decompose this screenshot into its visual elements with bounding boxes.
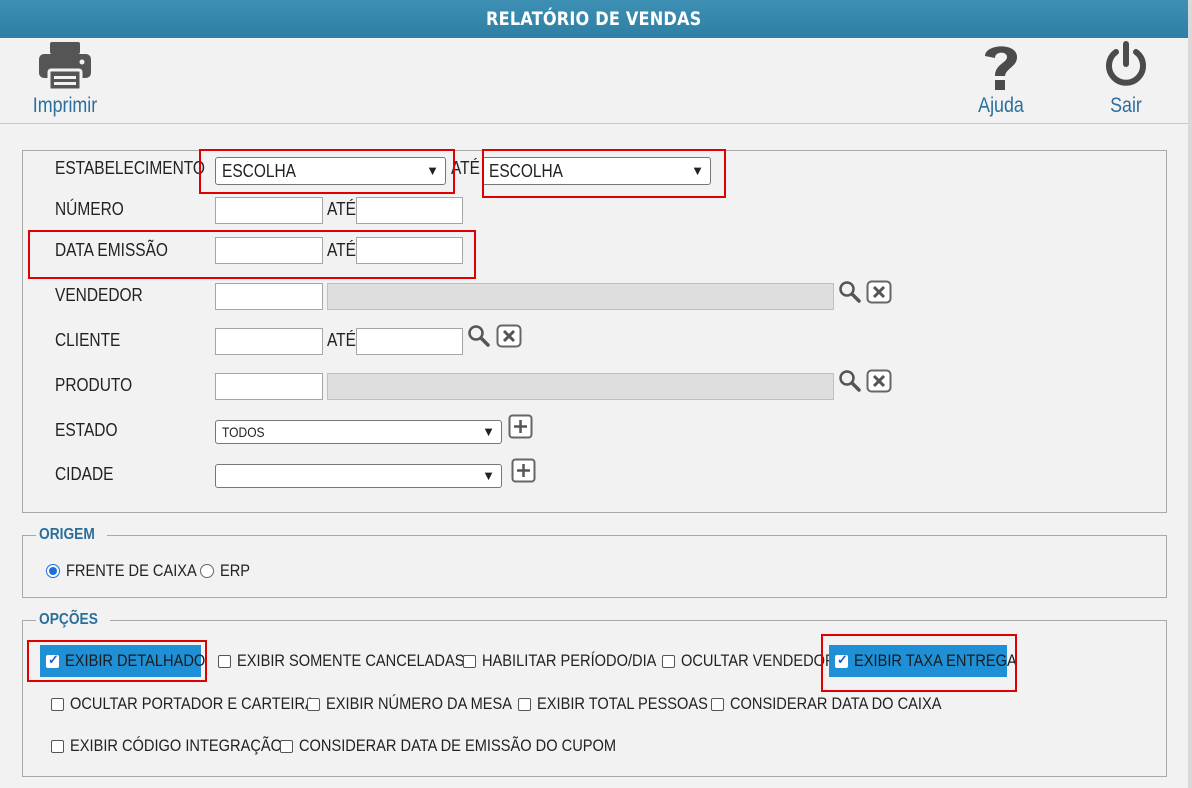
chevron-down-icon: ▼: [482, 468, 495, 483]
clear-icon[interactable]: [496, 324, 522, 348]
help-button[interactable]: Ajuda: [970, 40, 1032, 118]
checkbox[interactable]: [835, 652, 848, 668]
origem-legend: ORIGEM: [39, 526, 95, 543]
checkbox[interactable]: [51, 739, 64, 753]
radio-frente-de-caixa[interactable]: FRENTE DE CAIXA: [46, 560, 218, 582]
checkbox[interactable]: [51, 697, 64, 711]
estado-label: ESTADO: [55, 420, 118, 440]
vendedor-code-input[interactable]: [215, 283, 323, 310]
option-exibir-taxa-entrega[interactable]: EXIBIR TAXA ENTREGA: [829, 645, 1017, 677]
cliente-to-input[interactable]: [356, 328, 463, 355]
produto-label: PRODUTO: [55, 375, 133, 395]
radio-indicator[interactable]: [200, 564, 214, 578]
clear-icon[interactable]: [866, 280, 892, 304]
cidade-label: CIDADE: [55, 464, 114, 484]
question-icon: [985, 46, 1017, 90]
produto-code-input[interactable]: [215, 373, 323, 400]
vendedor-name-field: [327, 283, 834, 310]
chevron-down-icon: ▼: [482, 424, 495, 439]
filter-panel: [22, 150, 1167, 513]
help-label: Ajuda: [978, 94, 1024, 117]
add-icon[interactable]: [511, 458, 536, 483]
exit-label: Sair: [1110, 94, 1142, 117]
option-considerar-data-emissao-cupom[interactable]: CONSIDERAR DATA DE EMISSÃO DO CUPOM: [280, 735, 668, 757]
option-exibir-total-pessoas[interactable]: EXIBIR TOTAL PESSOAS: [518, 693, 736, 715]
checkbox[interactable]: [307, 697, 320, 711]
exit-button[interactable]: Sair: [1100, 40, 1152, 118]
numero-to-input[interactable]: [356, 197, 463, 224]
data-emissao-label: DATA EMISSÃO: [55, 240, 168, 260]
cliente-label: CLIENTE: [55, 330, 121, 350]
search-icon[interactable]: [838, 369, 862, 393]
add-icon[interactable]: [508, 414, 533, 439]
clear-icon[interactable]: [866, 369, 892, 393]
checkbox[interactable]: [518, 697, 531, 711]
search-icon[interactable]: [467, 324, 491, 348]
estabelecimento-to-select[interactable]: ESCOLHA ▼: [482, 157, 711, 185]
print-label: Imprimir: [32, 94, 98, 117]
data-emissao-from-input[interactable]: [215, 237, 323, 264]
estado-select[interactable]: TODOS ▼: [215, 420, 502, 444]
produto-name-field: [327, 373, 834, 400]
checkbox[interactable]: [662, 654, 675, 668]
estabelecimento-ate-label: ATÉ: [451, 158, 480, 178]
option-exibir-codigo-integracao[interactable]: EXIBIR CÓDIGO INTEGRAÇÃO: [51, 735, 317, 757]
chevron-down-icon: ▼: [691, 163, 704, 178]
power-icon: [1106, 41, 1146, 86]
data-emissao-to-input[interactable]: [356, 237, 463, 264]
option-habilitar-periodo-dia[interactable]: HABILITAR PERÍODO/DIA: [463, 650, 685, 672]
scrollbar[interactable]: [1188, 0, 1192, 788]
cliente-from-input[interactable]: [215, 328, 323, 355]
opcoes-legend: OPÇÕES: [39, 611, 98, 628]
vendedor-label: VENDEDOR: [55, 285, 143, 305]
print-button[interactable]: Imprimir: [26, 40, 104, 118]
page-title-text: RELATÓRIO DE VENDAS: [486, 8, 702, 30]
checkbox[interactable]: [218, 654, 231, 668]
toolbar: Imprimir Ajuda Sair: [0, 38, 1188, 124]
checkbox[interactable]: [463, 654, 476, 668]
option-exibir-detalhado[interactable]: EXIBIR DETALHADO: [40, 645, 205, 677]
numero-label: NÚMERO: [55, 199, 124, 219]
option-considerar-data-caixa[interactable]: CONSIDERAR DATA DO CAIXA: [711, 693, 976, 715]
option-exibir-numero-mesa[interactable]: EXIBIR NÚMERO DA MESA: [307, 693, 542, 715]
cidade-select[interactable]: ▼: [215, 464, 502, 488]
estabelecimento-label: ESTABELECIMENTO: [55, 158, 205, 178]
chevron-down-icon: ▼: [426, 163, 439, 178]
page-title: RELATÓRIO DE VENDAS: [0, 0, 1188, 38]
checkbox[interactable]: [711, 697, 724, 711]
checkbox[interactable]: [280, 739, 293, 753]
radio-erp[interactable]: ERP: [200, 560, 255, 582]
estabelecimento-from-select[interactable]: ESCOLHA ▼: [215, 157, 446, 185]
option-exibir-somente-canceladas[interactable]: EXIBIR SOMENTE CANCELADAS: [218, 650, 502, 672]
checkbox[interactable]: [46, 652, 59, 668]
numero-from-input[interactable]: [215, 197, 323, 224]
radio-indicator[interactable]: [46, 564, 60, 578]
search-icon[interactable]: [838, 280, 862, 304]
printer-icon: [39, 42, 91, 92]
